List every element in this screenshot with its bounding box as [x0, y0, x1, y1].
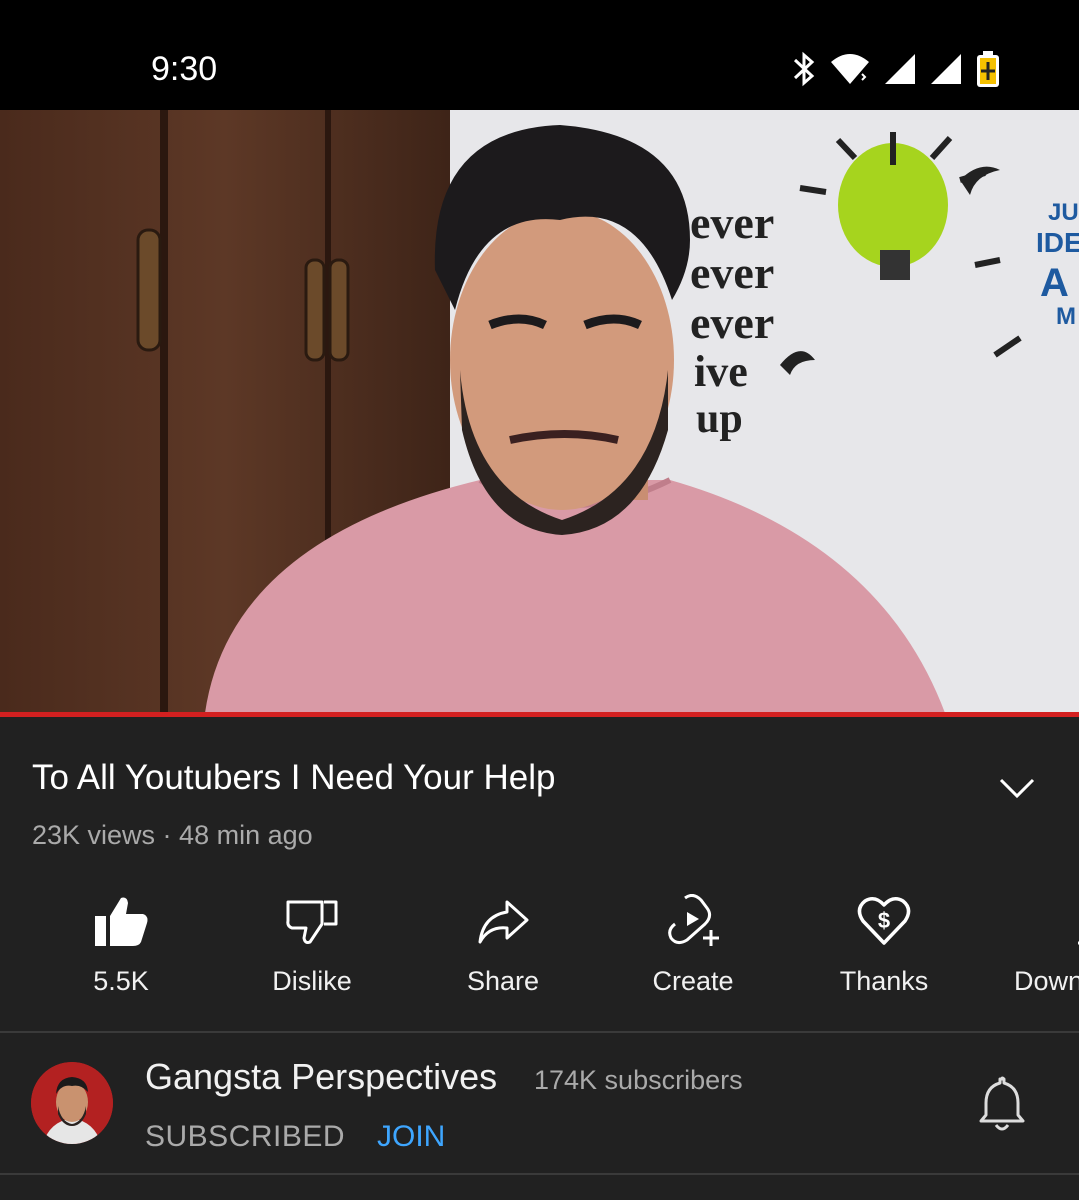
share-label: Share	[466, 966, 540, 996]
signal-icon	[883, 52, 917, 86]
video-frame: ever ever ever ive up JU IDE A M	[0, 110, 1079, 713]
wall-text-line: ever	[690, 247, 774, 298]
status-time: 9:30	[151, 50, 218, 88]
wall-text-line: ever	[690, 297, 774, 348]
wall-text-line: up	[696, 396, 743, 442]
subscriber-count: 174K subscribers	[534, 1065, 743, 1095]
thanks-label: Thanks	[839, 966, 929, 996]
thanks-button[interactable]: $ Thanks	[804, 890, 964, 997]
dislike-button[interactable]: Dislike	[232, 890, 392, 997]
divider	[0, 1173, 1079, 1175]
download-label: Down	[1014, 966, 1079, 996]
chevron-down-icon[interactable]	[995, 772, 1039, 804]
battery-charging-icon	[975, 50, 1001, 88]
video-progress-bar[interactable]	[0, 712, 1079, 717]
signal-icon	[929, 52, 963, 86]
wall-text-fragment: A	[1040, 261, 1069, 305]
thumbs-down-icon	[232, 890, 392, 952]
wall-text-fragment: M	[1056, 303, 1076, 330]
video-meta: 23K views · 48 min ago	[32, 820, 313, 850]
wall-text-line: ever	[690, 197, 774, 248]
divider	[0, 1031, 1079, 1033]
download-icon	[994, 890, 1079, 952]
create-icon	[613, 890, 773, 952]
wifi-icon	[829, 52, 871, 86]
notification-bell-icon[interactable]	[978, 1075, 1026, 1133]
share-icon	[423, 890, 583, 952]
video-player[interactable]: ever ever ever ive up JU IDE A M	[0, 110, 1079, 713]
share-button[interactable]: Share	[423, 890, 583, 997]
wall-text-line: ive	[694, 347, 748, 396]
join-button[interactable]: JOIN	[377, 1120, 445, 1154]
create-button[interactable]: Create	[613, 890, 773, 997]
action-bar: 5.5K Dislike Share Create $ Thanks Down	[0, 890, 1079, 1010]
thumbs-up-filled-icon	[41, 890, 201, 952]
channel-name[interactable]: Gangsta Perspectives	[145, 1056, 497, 1098]
bluetooth-icon	[791, 51, 817, 87]
like-button[interactable]: 5.5K	[41, 890, 201, 997]
like-count: 5.5K	[93, 966, 149, 996]
avatar[interactable]	[31, 1062, 113, 1144]
wall-text-fragment: IDE	[1036, 227, 1079, 258]
video-title[interactable]: To All Youtubers I Need Your Help	[32, 758, 555, 798]
status-icons	[791, 50, 1001, 88]
create-label: Create	[652, 966, 734, 996]
download-button[interactable]: Down	[994, 890, 1079, 997]
wall-text-fragment: JU	[1048, 199, 1079, 226]
subscribed-button[interactable]: SUBSCRIBED	[145, 1120, 345, 1154]
status-bar: 9:30	[0, 0, 1079, 110]
thanks-icon: $	[804, 890, 964, 952]
dislike-label: Dislike	[272, 966, 352, 996]
svg-text:$: $	[878, 908, 890, 933]
